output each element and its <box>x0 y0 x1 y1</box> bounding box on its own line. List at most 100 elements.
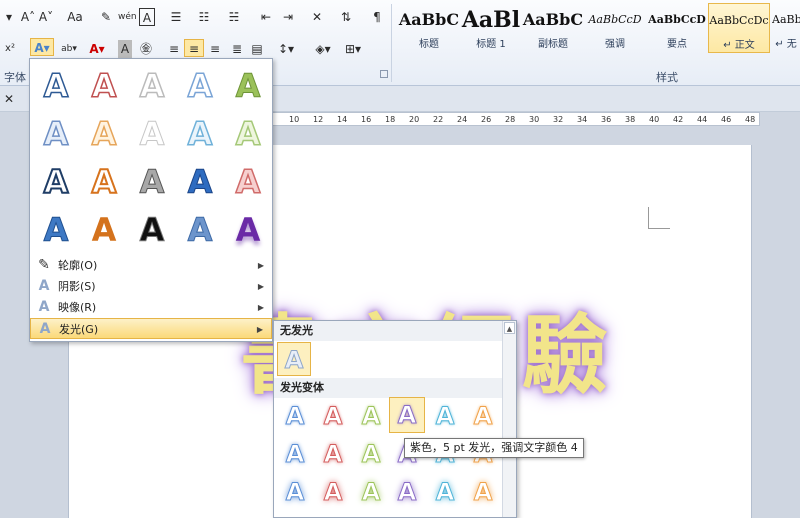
style-sample: AaBbCcD <box>588 13 642 26</box>
style-strong[interactable]: AaBbCcD 要点 <box>646 3 708 53</box>
menu-item-shadow[interactable]: A 阴影(S) ▶ <box>30 276 272 297</box>
effect-orange-solid[interactable]: A <box>80 207 128 253</box>
glow-orange-5pt[interactable]: A <box>466 399 500 433</box>
change-case-icon[interactable]: Aa <box>64 8 86 26</box>
shrink-font-icon[interactable]: A˅ <box>38 8 54 26</box>
effect-outline-red[interactable]: A <box>80 63 128 109</box>
align-right-icon[interactable]: ≡ <box>206 40 224 58</box>
glow-green-8pt[interactable]: A <box>354 437 388 471</box>
effect-outline-blue[interactable]: A <box>32 63 80 109</box>
ruler-tick: 46 <box>721 115 732 124</box>
style-name: 标题 1 <box>476 39 506 50</box>
effect-steel-blue[interactable]: A <box>176 207 224 253</box>
paragraph-launcher-icon[interactable] <box>380 70 388 78</box>
enclose-chars-icon[interactable]: ㊎ <box>138 40 154 58</box>
effect-purple-shadow[interactable]: A <box>224 207 272 253</box>
show-marks-icon[interactable]: ¶ <box>370 8 384 26</box>
superscript-icon[interactable]: x² <box>2 40 18 58</box>
borders-icon[interactable]: ⊞▾ <box>340 40 366 58</box>
glow-aqua-5pt[interactable]: A <box>428 399 462 433</box>
glow-purple-5pt[interactable]: A <box>389 397 425 433</box>
horizontal-ruler[interactable]: 10 12 14 16 18 20 22 24 26 28 30 32 34 3… <box>270 112 760 126</box>
phonetic-guide-icon[interactable]: wén <box>118 8 137 26</box>
style-no-spacing[interactable]: AaBbCc ↵ 无 <box>772 3 800 53</box>
submenu-arrow-icon: ▶ <box>256 325 263 334</box>
reflection-a-icon: A <box>38 299 50 315</box>
no-glow-option[interactable]: A <box>277 342 311 376</box>
effect-blue-bevel[interactable]: A <box>176 159 224 205</box>
effect-orange-outline[interactable]: A <box>80 159 128 205</box>
style-sample: AaBbC <box>522 10 584 29</box>
submenu-arrow-icon: ▶ <box>257 282 264 291</box>
grow-font-icon[interactable]: A˄ <box>20 8 36 26</box>
menu-item-reflection[interactable]: A 映像(R) ▶ <box>30 297 272 318</box>
effect-dark-outline[interactable]: A <box>32 159 80 205</box>
pen-icon: ✎ <box>38 257 50 273</box>
menu-item-label: 映像(R) <box>58 301 97 314</box>
menu-item-label: 阴影(S) <box>58 280 96 293</box>
chinese-layout-icon[interactable]: ✕ <box>306 8 328 26</box>
glow-blue-8pt[interactable]: A <box>278 437 312 471</box>
sort-icon[interactable]: ⇅ <box>338 8 354 26</box>
scroll-up-icon[interactable]: ▲ <box>504 322 515 334</box>
ruler-tick: 20 <box>409 115 420 124</box>
glow-submenu: 无发光 A 发光变体 A A A A A A A A A A A A A A A… <box>273 320 517 518</box>
glow-red-8pt[interactable]: A <box>316 437 350 471</box>
effect-outline-lightblue[interactable]: A <box>176 63 224 109</box>
style-heading1[interactable]: AaBl 标题 1 <box>460 3 522 53</box>
shadow-a-icon: A <box>38 278 50 294</box>
effect-gray-bevel[interactable]: A <box>128 159 176 205</box>
glow-purple-11pt[interactable]: A <box>390 475 424 509</box>
ruler-tick: 10 <box>289 115 300 124</box>
increase-indent-icon[interactable]: ⇥ <box>280 8 296 26</box>
effect-pink-bevel[interactable]: A <box>224 159 272 205</box>
effect-soft-gray[interactable]: A <box>128 111 176 157</box>
glow-blue-11pt[interactable]: A <box>278 475 312 509</box>
effect-outline-gray[interactable]: A <box>128 63 176 109</box>
close-icon[interactable]: ✕ <box>2 90 16 108</box>
align-left-icon[interactable]: ≡ <box>165 40 183 58</box>
effect-soft-cyan[interactable]: A <box>176 111 224 157</box>
effect-blue-solid[interactable]: A <box>32 207 80 253</box>
bullets-icon[interactable]: ☰ <box>166 8 186 26</box>
text-effects-button[interactable]: A▾ <box>30 38 54 56</box>
style-title[interactable]: AaBbC 标题 <box>398 3 460 53</box>
glow-aqua-11pt[interactable]: A <box>428 475 462 509</box>
style-normal[interactable]: AaBbCcDc ↵ 正文 <box>708 3 770 53</box>
font-list-arrow-icon[interactable]: ▾ <box>2 8 16 26</box>
ruler-tick: 12 <box>313 115 324 124</box>
effect-fill-green[interactable]: A <box>224 63 272 109</box>
clear-format-icon[interactable]: ✎ <box>98 8 114 26</box>
effect-soft-orange[interactable]: A <box>80 111 128 157</box>
align-center-icon[interactable]: ≡ <box>184 39 204 57</box>
style-subtitle[interactable]: AaBbC 副标题 <box>522 3 584 53</box>
effect-black-solid[interactable]: A <box>128 207 176 253</box>
justify-icon[interactable]: ≣ <box>228 40 246 58</box>
shading-icon[interactable]: ◈▾ <box>310 40 336 58</box>
style-sample: AaBbCc <box>772 13 800 26</box>
numbering-icon[interactable]: ☷ <box>194 8 214 26</box>
multilevel-list-icon[interactable]: ☵ <box>224 8 244 26</box>
margin-corner-mark <box>648 207 670 229</box>
menu-item-outline[interactable]: ✎ 轮廓(O) ▶ <box>30 255 272 276</box>
distributed-icon[interactable]: ▤ <box>248 40 266 58</box>
char-shading-icon[interactable]: A <box>118 40 132 58</box>
decrease-indent-icon[interactable]: ⇤ <box>258 8 274 26</box>
ruler-tick: 30 <box>529 115 540 124</box>
style-emphasis[interactable]: AaBbCcD 强调 <box>584 3 646 53</box>
glow-scrollbar[interactable]: ▲ <box>502 321 516 517</box>
menu-item-glow[interactable]: A 发光(G) ▶ <box>30 318 272 339</box>
glow-red-5pt[interactable]: A <box>316 399 350 433</box>
glow-green-11pt[interactable]: A <box>354 475 388 509</box>
effect-soft-green[interactable]: A <box>224 111 272 157</box>
font-color-icon[interactable]: A▾ <box>86 40 108 58</box>
glow-orange-11pt[interactable]: A <box>466 475 500 509</box>
effect-soft-blue[interactable]: A <box>32 111 80 157</box>
glow-red-11pt[interactable]: A <box>316 475 350 509</box>
char-border-icon[interactable]: A <box>139 8 155 26</box>
glow-green-5pt[interactable]: A <box>354 399 388 433</box>
glow-blue-5pt[interactable]: A <box>278 399 312 433</box>
highlight-icon[interactable]: ab▾ <box>58 40 80 58</box>
menu-item-label: 轮廓(O) <box>58 259 98 272</box>
line-spacing-icon[interactable]: ↕▾ <box>274 40 298 58</box>
